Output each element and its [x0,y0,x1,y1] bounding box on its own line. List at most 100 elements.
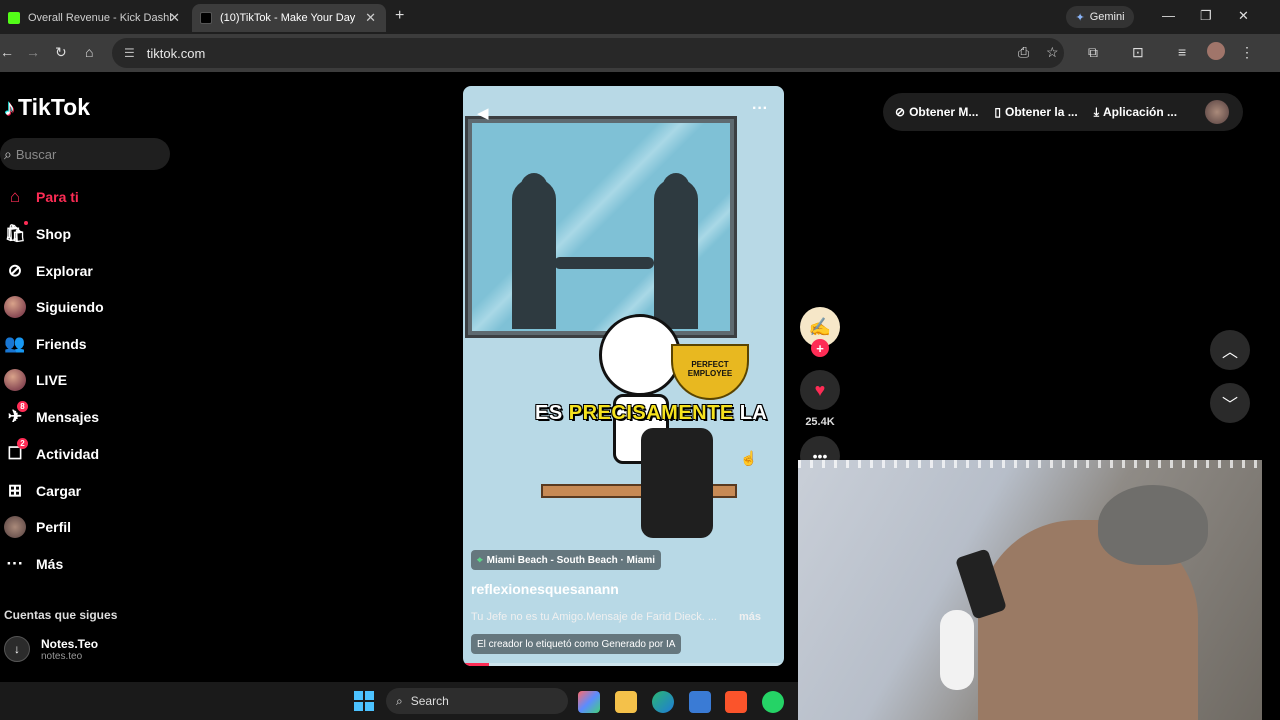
next-video-button[interactable]: ﹀ [1210,383,1250,423]
copilot-icon[interactable] [578,691,600,713]
taskbar-search[interactable]: ⌕ Search [386,688,568,714]
shop-bag-icon: 🛍 [2,221,28,245]
volume-icon[interactable]: ◀ [477,104,489,122]
trophy-text: PERFECT EMPLOYEE [687,360,733,378]
site-info-icon[interactable]: ☰ [124,46,135,60]
install-app-icon[interactable]: ⎙ [1018,44,1029,61]
sidebar-item-cargar[interactable]: ⊞ Cargar [2,476,81,506]
get-coins-button[interactable]: ⊘ Obtener M... [895,105,978,119]
sidebar-item-perfil[interactable]: Perfil [2,512,71,542]
sidebar-item-mensajes[interactable]: ✈ 8 Mensajes [2,401,99,432]
top-actions-pill: ⊘ Obtener M... ▯ Obtener la ... ⤓ Aplica… [883,93,1243,131]
menu-icon[interactable]: ⋮ [1240,44,1254,61]
friends-icon: 👥 [4,334,26,353]
close-window-icon[interactable]: ✕ [1238,8,1249,24]
tab-title: Overall Revenue - Kick Dashboard [28,12,172,24]
edge-icon[interactable] [652,691,674,713]
tab-kick-dashboard[interactable]: Overall Revenue - Kick Dashboard ✕ [0,4,190,32]
sidebar-item-label: Actividad [36,446,100,462]
location-text: Miami Beach - South Beach · Miami [486,554,656,566]
account-handle: notes.teo [41,650,83,662]
following-account[interactable]: ↓ Notes.Teo notes.teo [4,636,98,662]
search-input[interactable]: ⌕ Buscar [0,138,170,170]
extensions-icon[interactable]: ⧉ [1088,44,1098,61]
video-caption: ES PRECISAMENTE LA [535,402,768,424]
browser-toolbar: ← → ↻ ⌂ ☰ tiktok.com ⎙ ☆ ⧉ ⊡ ≡ ⋮ [0,34,1280,72]
office-chair [641,428,713,538]
more-options-icon[interactable]: ··· [752,100,768,118]
avatar: ↓ [4,636,30,662]
sidebar-item-label: Más [36,556,64,572]
kick-favicon-icon [8,12,20,24]
bookmark-star-icon[interactable]: ☆ [1046,44,1059,61]
home-icon[interactable]: ⌂ [85,44,93,60]
minimize-icon[interactable]: — [1162,8,1175,23]
sidebar-item-actividad[interactable]: ☐ 2 Actividad [2,438,100,469]
brave-icon[interactable] [725,691,747,713]
ai-generated-label: El creador lo etiquetó como Generado por… [471,634,682,654]
download-icon: ⤓ [1093,104,1100,119]
restore-icon[interactable]: ❐ [1200,8,1212,24]
more-icon: ··· [6,554,24,573]
video-player[interactable]: PERFECT EMPLOYEE ES PRECISAMENTE LA ◀ ··… [463,86,784,666]
location-pin-icon: ⌖ [477,554,483,566]
upload-icon: ⊞ [7,481,23,500]
tiktok-logo[interactable]: ♪ TikTok [4,94,90,121]
microphone [940,610,974,690]
gemini-button[interactable]: ✦ Gemini [1066,6,1134,28]
search-icon: ⌕ [4,145,12,162]
follow-plus-icon[interactable]: + [811,339,829,357]
video-description: Tu Jefe no es tu Amigo.Mensaje de Farid … [471,611,761,623]
media-icon[interactable]: ≡ [1178,44,1186,60]
more-link[interactable]: más [739,611,761,623]
gemini-sparkle-icon: ✦ [1075,11,1085,24]
account-name: Notes.Teo [41,636,99,651]
tiktok-favicon-icon [200,12,212,24]
sidebar-item-label: LIVE [36,372,68,388]
actividad-badge: 2 [17,438,28,449]
profile-avatar[interactable] [1207,42,1225,60]
sidebar-item-mas[interactable]: ··· Más [2,549,64,579]
reload-icon[interactable]: ↻ [55,44,67,61]
sidebar-item-para-ti[interactable]: ⌂ Para ti [2,182,79,212]
send-icon: ✈ 8 [2,401,28,428]
avatar-icon [2,296,28,318]
sidebar-item-siguiendo[interactable]: Siguiendo [2,292,104,322]
sidebar-item-explorar[interactable]: ⊘ Explorar [2,256,93,286]
get-app-button[interactable]: ▯ Obtener la ... [994,105,1077,119]
avatar-icon [2,516,28,538]
webcam-overlay [798,460,1262,720]
close-tab-icon[interactable]: ✕ [169,10,180,26]
avatar-icon [2,369,28,391]
store-icon[interactable] [689,691,711,713]
compass-icon: ⊘ [7,261,23,280]
cartoon-character [599,314,681,396]
back-icon[interactable]: ← [0,44,14,60]
like-button[interactable]: ♥ [800,370,840,410]
address-bar[interactable]: ☰ tiktok.com [112,38,1064,68]
tiktok-note-icon: ♪ [4,94,15,120]
whatsapp-icon[interactable] [762,691,784,713]
location-tag[interactable]: ⌖ Miami Beach - South Beach · Miami [471,550,662,570]
tab-search-icon[interactable]: ⊡ [1132,44,1144,61]
sidebar-item-shop[interactable]: 🛍 Shop [2,219,71,249]
user-avatar[interactable] [1205,100,1229,124]
windows-start-icon[interactable] [354,691,374,711]
tab-tiktok[interactable]: (10)TikTok - Make Your Day ✕ [192,4,386,32]
video-author[interactable]: reflexionesquesanann [471,581,619,597]
chevron-up-icon: ︿ [1221,344,1238,361]
sidebar-item-friends[interactable]: 👥 Friends [2,329,86,359]
download-app-button[interactable]: ⤓ Aplicación ... [1094,105,1177,120]
phone-icon: ▯ [994,105,1002,119]
video-progress[interactable] [463,663,784,666]
previous-video-button[interactable]: ︿ [1210,330,1250,370]
new-tab-icon[interactable]: + [395,7,404,25]
home-icon: ⌂ [9,187,21,206]
file-explorer-icon[interactable] [615,691,637,713]
sidebar-item-label: Perfil [36,519,72,535]
close-tab-icon[interactable]: ✕ [365,10,376,26]
sidebar-item-live[interactable]: LIVE [2,365,67,395]
video-illustration-window [465,116,737,338]
forward-icon[interactable]: → [26,44,40,60]
inbox-icon: ☐ 2 [2,438,28,465]
